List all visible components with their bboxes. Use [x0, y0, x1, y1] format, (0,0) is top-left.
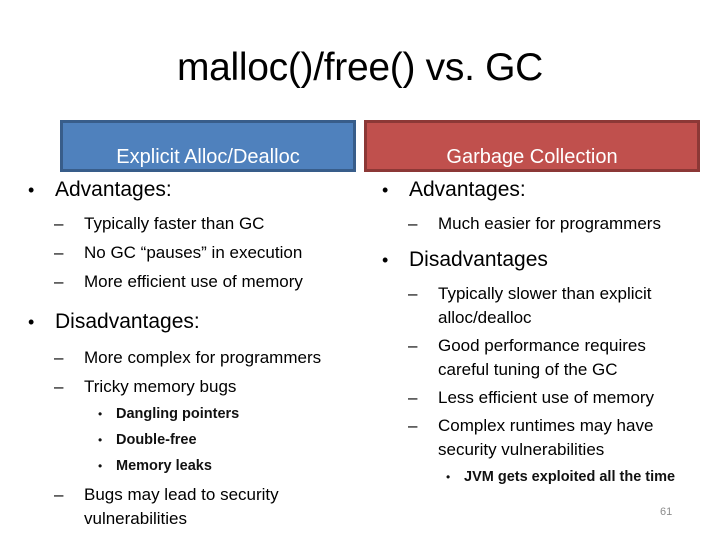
- list-item: – Less efficient use of memory: [382, 386, 720, 410]
- dash-icon: –: [408, 416, 418, 435]
- list-item: – More efficient use of memory: [28, 270, 358, 294]
- disadvantages-heading: • Disadvantages:: [28, 308, 358, 336]
- list-item: – Typically slower than explicit alloc/d…: [408, 284, 652, 327]
- slide-title: malloc()/free() vs. GC: [176, 46, 544, 89]
- bullet-icon: •: [382, 250, 389, 270]
- list-item: – Much easier for programmers: [382, 212, 712, 236]
- bullet-icon: •: [446, 470, 451, 484]
- advantages-heading: • Advantages:: [28, 176, 358, 204]
- disadvantages-heading: • Disadvantages: [382, 246, 712, 274]
- dash-icon: –: [54, 214, 64, 233]
- dash-icon: –: [408, 388, 418, 407]
- list-item: – More complex for programmers: [28, 346, 358, 370]
- dash-icon: –: [54, 272, 64, 291]
- list-item: – Complex runtimes may have security vul…: [408, 416, 654, 459]
- bullet-icon: •: [382, 180, 389, 200]
- garbage-collection-header: Garbage Collection: [364, 120, 700, 172]
- dash-icon: –: [408, 284, 418, 303]
- bullet-icon: •: [28, 312, 35, 332]
- list-item: – No GC “pauses” in execution: [28, 241, 358, 265]
- bullet-icon: •: [98, 433, 103, 447]
- bullet-icon: •: [98, 407, 103, 421]
- advantages-heading: • Advantages:: [382, 176, 712, 204]
- sub-list-item: • Dangling pointers: [28, 401, 358, 427]
- dash-icon: –: [54, 377, 64, 396]
- dash-icon: –: [54, 485, 64, 504]
- explicit-alloc-header: Explicit Alloc/Dealloc: [60, 120, 356, 172]
- dash-icon: –: [408, 336, 418, 355]
- dash-icon: –: [54, 348, 64, 367]
- bullet-icon: •: [98, 459, 103, 473]
- dash-icon: –: [54, 243, 64, 262]
- list-item: – Tricky memory bugs: [28, 375, 358, 399]
- list-item: – Typically faster than GC: [28, 212, 358, 236]
- sub-list-item: • Memory leaks: [28, 453, 358, 479]
- list-item: – Bugs may lead to security vulnerabilit…: [54, 485, 279, 528]
- list-item: – Good performance requires careful tuni…: [408, 336, 646, 379]
- sub-list-item: • JVM gets exploited all the time: [382, 464, 712, 490]
- explicit-alloc-column: • Advantages: – Typically faster than GC…: [28, 176, 358, 531]
- dash-icon: –: [408, 214, 418, 233]
- sub-list-item: • Double-free: [28, 427, 358, 453]
- bullet-icon: •: [28, 180, 35, 200]
- page-number: 61: [660, 506, 673, 518]
- garbage-collection-column: • Advantages: – Much easier for programm…: [382, 176, 712, 490]
